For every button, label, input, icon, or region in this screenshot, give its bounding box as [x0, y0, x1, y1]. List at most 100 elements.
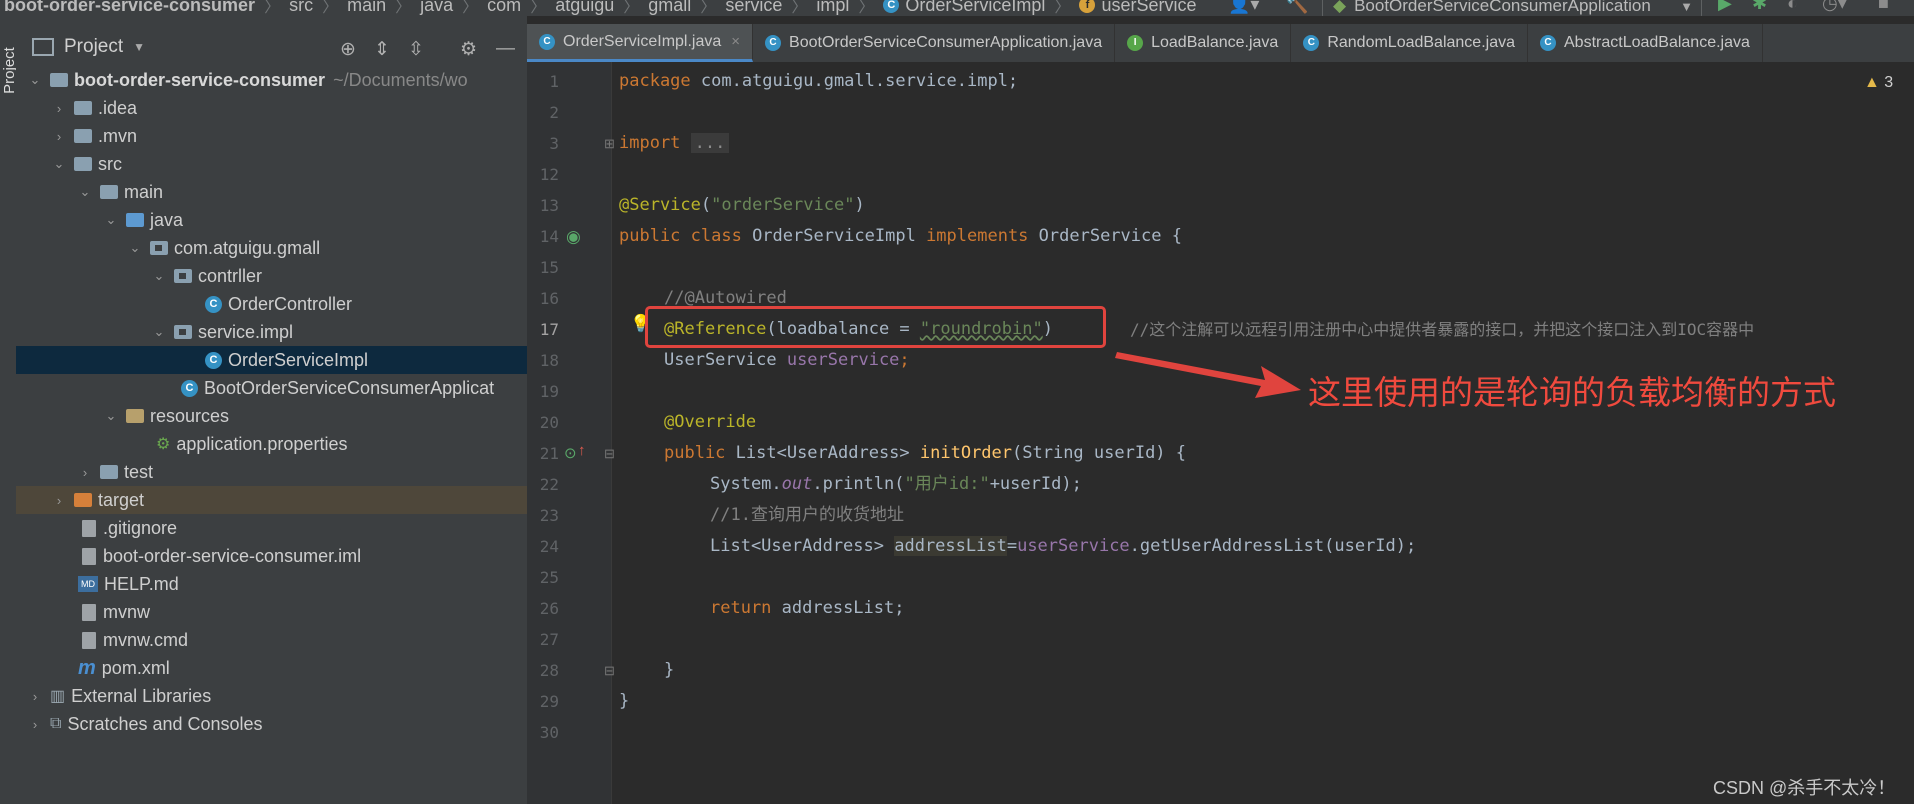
- tree-label: mvnw: [103, 601, 151, 622]
- tree-row-iml[interactable]: boot-order-service-consumer.iml: [16, 542, 527, 570]
- spring-bean-icon[interactable]: ◉: [566, 227, 581, 247]
- chevron-right-icon[interactable]: ›: [28, 689, 42, 704]
- fold-end-icon[interactable]: ⊟: [604, 663, 615, 679]
- locate-icon[interactable]: ⊕: [340, 38, 356, 61]
- fold-icon[interactable]: ⊟: [604, 446, 615, 462]
- breadcrumb-main[interactable]: main: [347, 0, 386, 16]
- highlighted-variable: addressList: [894, 536, 1007, 556]
- override-icon[interactable]: ⊙: [564, 444, 577, 462]
- implements-arrow-icon[interactable]: ↑: [578, 442, 586, 459]
- tree-row-src[interactable]: ⌄ src: [16, 150, 527, 178]
- code-text: (: [700, 195, 712, 215]
- chevron-right-icon[interactable]: ›: [78, 465, 92, 480]
- project-view-selector[interactable]: Project ▼: [32, 36, 145, 58]
- breadcrumb-impl[interactable]: impl: [816, 0, 849, 16]
- spring-boot-icon: ◆: [1333, 0, 1347, 15]
- hide-icon[interactable]: —: [496, 38, 515, 60]
- breadcrumb-atguigu[interactable]: atguigu: [555, 0, 614, 16]
- fold-icon[interactable]: ⊞: [604, 136, 615, 152]
- chevron-right-icon[interactable]: ›: [52, 129, 66, 144]
- debug-icon[interactable]: ✱: [1752, 0, 1767, 14]
- chevron-down-icon[interactable]: ⌄: [78, 184, 92, 200]
- tree-label: target: [98, 489, 145, 510]
- tree-row-mvnw-cmd[interactable]: mvnw.cmd: [16, 626, 527, 654]
- chevron-down-icon[interactable]: ⌄: [152, 324, 166, 340]
- breadcrumb-com[interactable]: com: [487, 0, 521, 16]
- user-icon[interactable]: 👤▾: [1228, 0, 1259, 15]
- tab-label: OrderServiceImpl.java: [563, 32, 722, 50]
- tree-row-java[interactable]: ⌄ java: [16, 206, 527, 234]
- tree-label: Scratches and Consoles: [67, 713, 263, 734]
- tree-row-gitignore[interactable]: .gitignore: [16, 514, 527, 542]
- tree-row-orderserviceimpl[interactable]: C OrderServiceImpl: [16, 346, 527, 374]
- tree-row-ordercontroller[interactable]: C OrderController: [16, 290, 527, 318]
- code-line-3: import ...: [619, 128, 730, 159]
- build-hammer-icon[interactable]: 🔨: [1286, 0, 1308, 15]
- gear-icon[interactable]: ⚙: [460, 38, 477, 61]
- chevron-down-icon[interactable]: ⌄: [28, 72, 42, 88]
- tree-row-mvnw[interactable]: mvnw: [16, 598, 527, 626]
- tab-application[interactable]: C BootOrderServiceConsumerApplication.ja…: [753, 24, 1116, 62]
- tab-orderserviceimpl[interactable]: C OrderServiceImpl.java ×: [527, 24, 754, 62]
- tree-row-application-class[interactable]: C BootOrderServiceConsumerApplicat: [16, 374, 527, 402]
- tree-row-mvn[interactable]: › .mvn: [16, 122, 527, 150]
- tree-row-resources[interactable]: ⌄ resources: [16, 402, 527, 430]
- line-number: 1: [549, 72, 559, 91]
- breadcrumb-java[interactable]: java: [420, 0, 453, 16]
- tab-loadbalance[interactable]: I LoadBalance.java: [1115, 24, 1292, 62]
- breadcrumb-class[interactable]: OrderServiceImpl: [905, 0, 1045, 16]
- expand-all-icon[interactable]: ⇕: [374, 38, 390, 61]
- keyword: public class: [619, 226, 742, 246]
- class-icon: C: [205, 295, 222, 313]
- coverage-icon[interactable]: ◐: [1787, 0, 1798, 14]
- tab-label: AbstractLoadBalance.java: [1564, 34, 1750, 51]
- run-configuration-select[interactable]: ◆ BootOrderServiceConsumerApplication ▼: [1322, 0, 1702, 16]
- breadcrumb-service[interactable]: service: [725, 0, 782, 16]
- keyword: public: [664, 443, 726, 463]
- tree-row-project-root[interactable]: ⌄ boot-order-service-consumer ~/Document…: [16, 66, 527, 94]
- chevron-down-icon[interactable]: ⌄: [104, 212, 118, 228]
- close-icon[interactable]: ×: [731, 33, 740, 50]
- chevron-down-icon[interactable]: ⌄: [128, 240, 142, 256]
- stop-icon[interactable]: ■: [1878, 0, 1889, 14]
- tree-row-external-libraries[interactable]: › ▥ External Libraries: [16, 682, 527, 710]
- chevron-right-icon[interactable]: ›: [52, 101, 66, 116]
- breadcrumb-field[interactable]: userService: [1101, 0, 1196, 16]
- profile-icon[interactable]: ◷▾: [1822, 0, 1847, 14]
- tab-label: LoadBalance.java: [1151, 34, 1279, 51]
- folded-imports[interactable]: ...: [690, 133, 730, 153]
- tree-row-application-properties[interactable]: ⚙ application.properties: [16, 430, 527, 458]
- tree-label: .gitignore: [103, 517, 178, 538]
- code-editor[interactable]: [612, 62, 1914, 804]
- chevron-down-icon[interactable]: ⌄: [52, 156, 66, 172]
- breadcrumb-project[interactable]: boot-order-service-consumer: [4, 0, 255, 16]
- tree-row-test[interactable]: › test: [16, 458, 527, 486]
- inspection-widget[interactable]: ▲ 3: [1864, 74, 1893, 92]
- tree-row-help-md[interactable]: MD HELP.md: [16, 570, 527, 598]
- tree-row-package-gmall[interactable]: ⌄ com.atguigu.gmall: [16, 234, 527, 262]
- tree-label: External Libraries: [71, 685, 212, 706]
- chevron-right-icon[interactable]: ›: [52, 493, 66, 508]
- tree-row-scratches[interactable]: › ⧉ Scratches and Consoles: [16, 710, 527, 738]
- chevron-down-icon[interactable]: ⌄: [152, 268, 166, 284]
- annotation-arrow-icon: [1115, 352, 1301, 398]
- collapse-all-icon[interactable]: ⇳: [408, 38, 424, 61]
- run-icon[interactable]: ▶: [1718, 0, 1732, 14]
- tree-row-package-contrller[interactable]: ⌄ contrller: [16, 262, 527, 290]
- breadcrumb-gmall[interactable]: gmall: [648, 0, 691, 16]
- breadcrumb-src[interactable]: src: [289, 0, 313, 16]
- tree-row-idea[interactable]: › .idea: [16, 94, 527, 122]
- tree-row-pom[interactable]: m pom.xml: [16, 654, 527, 682]
- tree-row-target[interactable]: › target: [16, 486, 527, 514]
- file-icon: [82, 519, 96, 537]
- chevron-down-icon[interactable]: ⌄: [104, 408, 118, 424]
- code-text: .println(: [812, 474, 905, 494]
- tab-abstractloadbalance[interactable]: C AbstractLoadBalance.java: [1528, 24, 1763, 62]
- chevron-right-icon[interactable]: ›: [28, 717, 42, 732]
- line-number: 23: [539, 506, 559, 525]
- tree-row-package-service-impl[interactable]: ⌄ service.impl: [16, 318, 527, 346]
- folder-icon: [100, 185, 118, 199]
- tree-row-main[interactable]: ⌄ main: [16, 178, 527, 206]
- tab-randomloadbalance[interactable]: C RandomLoadBalance.java: [1291, 24, 1528, 62]
- code-text: +userId);: [989, 474, 1082, 494]
